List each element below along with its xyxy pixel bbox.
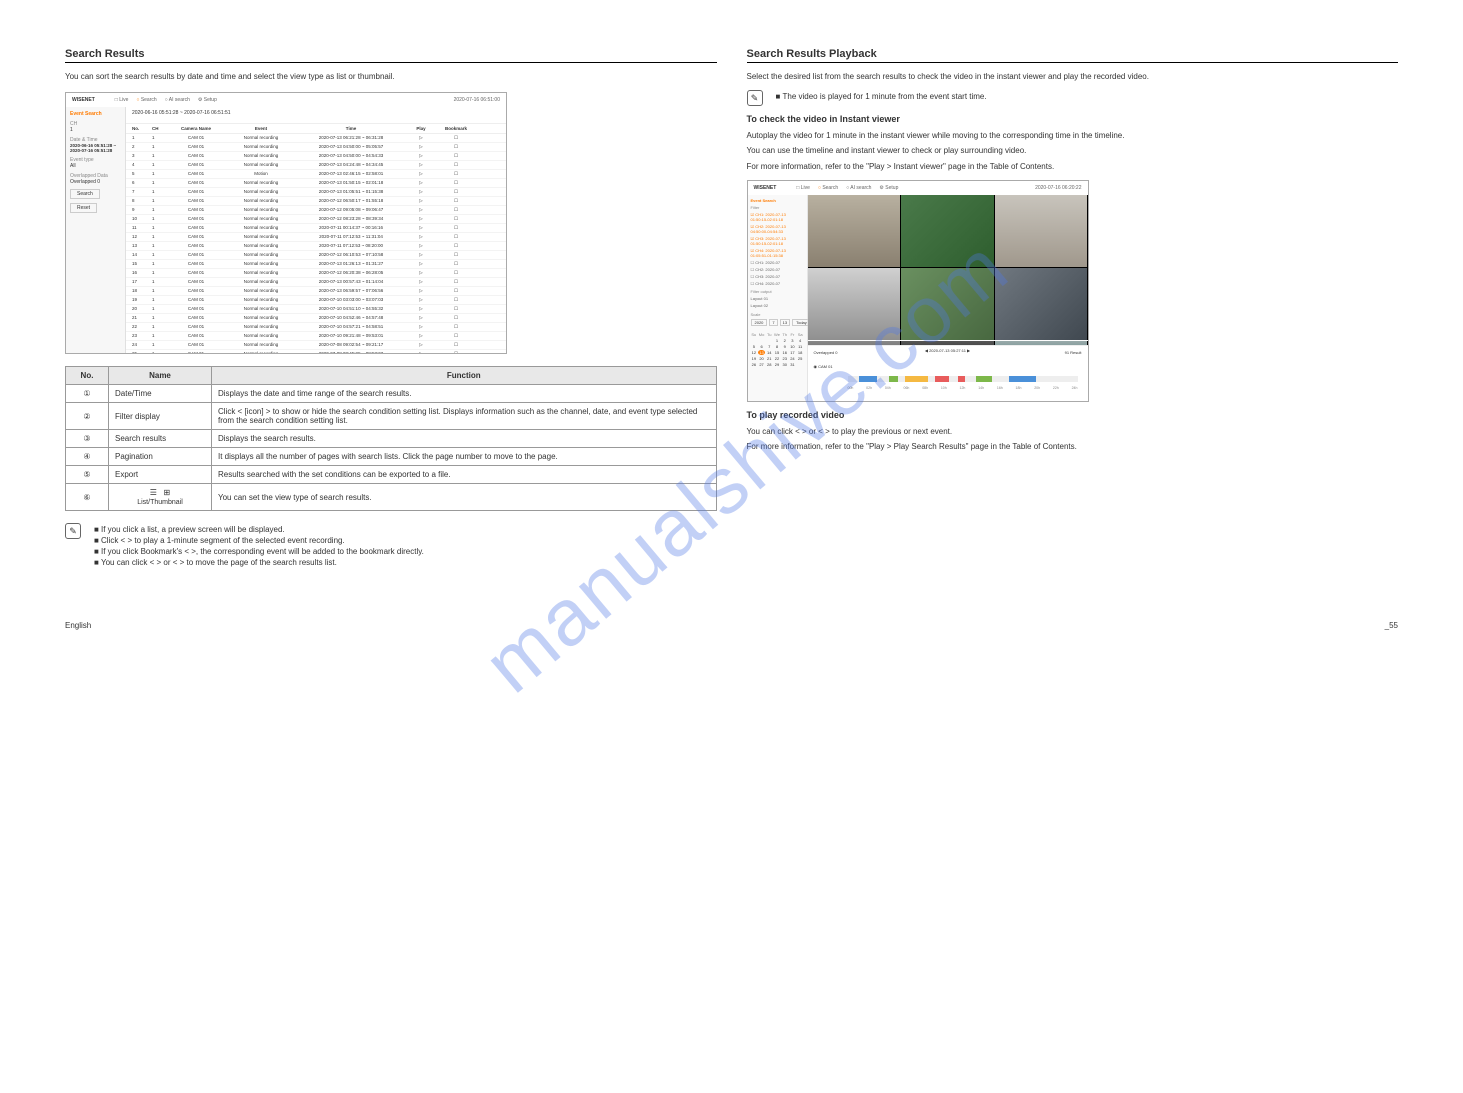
- table-row[interactable]: 141CAM 01Normal recording2020-07-12 06:1…: [126, 251, 506, 260]
- date-range: 2020-06-16 05:51:28 ~ 2020-07-16 06:51:5…: [126, 107, 506, 124]
- footer-page: _55: [1385, 621, 1398, 630]
- sidebar-filter[interactable]: Event Search CH 1 Date & Time 2020-06-16…: [66, 107, 126, 353]
- header-datetime: 2020-07-16 06:51:00: [454, 97, 500, 103]
- table-row[interactable]: 51CAM 01Motion2020-07-13 02:46:15 ~ 02:5…: [126, 170, 506, 179]
- table-row[interactable]: 191CAM 01Normal recording2020-07-10 03:0…: [126, 296, 506, 305]
- table-row[interactable]: 11CAM 01Normal recording2020-07-13 06:21…: [126, 134, 506, 143]
- table-row[interactable]: 71CAM 01Normal recording2020-07-13 01:05…: [126, 188, 506, 197]
- tab-ai[interactable]: ○ AI search: [165, 97, 190, 103]
- sub-instant: To check the video in Instant viewer: [747, 114, 1399, 124]
- screenshot-search-results: 1 2 3 4 5 6 WISENET □ Live ○ Search ○ AI…: [65, 92, 507, 354]
- table-row[interactable]: 31CAM 01Normal recording2020-07-13 04:50…: [126, 152, 506, 161]
- table-row[interactable]: 121CAM 01Normal recording2020-07-11 07:1…: [126, 233, 506, 242]
- table-row[interactable]: 131CAM 01Normal recording2020-07-11 07:1…: [126, 242, 506, 251]
- table-row[interactable]: 81CAM 01Normal recording2020-07-12 06:50…: [126, 197, 506, 206]
- intro-text: You can sort the search results by date …: [65, 71, 717, 82]
- logo: WISENET: [72, 97, 95, 103]
- table-row[interactable]: 101CAM 01Normal recording2020-07-12 08:2…: [126, 215, 506, 224]
- results-area: 2020-06-16 05:51:28 ~ 2020-07-16 06:51:5…: [126, 107, 506, 353]
- screenshot-playback: WISENET □ Live ○ Search ○ AI search ⚙ Se…: [747, 180, 1089, 402]
- search-button[interactable]: Search: [70, 189, 100, 199]
- table-row[interactable]: 201CAM 01Normal recording2020-07-10 04:5…: [126, 305, 506, 314]
- body2: You can click < > or < > to play the pre…: [747, 426, 1399, 437]
- table-row[interactable]: 231CAM 01Normal recording2020-07-10 09:2…: [126, 332, 506, 341]
- table-row[interactable]: 41CAM 01Normal recording2020-07-13 04:24…: [126, 161, 506, 170]
- video-grid: [808, 195, 1088, 340]
- sub-recorded: To play recorded video: [747, 410, 1399, 420]
- table-row[interactable]: 161CAM 01Normal recording2020-07-12 06:2…: [126, 269, 506, 278]
- table-row[interactable]: 251CAM 01Normal recording2020-07-08 08:4…: [126, 350, 506, 354]
- table-row[interactable]: 241CAM 01Normal recording2020-07-08 09:0…: [126, 341, 506, 350]
- table-row[interactable]: 61CAM 01Normal recording2020-07-13 01:50…: [126, 179, 506, 188]
- note-icon: ✎: [747, 90, 763, 106]
- section-title-right: Search Results Playback: [747, 48, 1399, 63]
- tab-setup[interactable]: ⚙ Setup: [198, 97, 217, 103]
- table-row[interactable]: 151CAM 01Normal recording2020-07-13 01:2…: [126, 260, 506, 269]
- table-row[interactable]: 91CAM 01Normal recording2020-07-12 09:05…: [126, 206, 506, 215]
- table-row[interactable]: 181CAM 01Normal recording2020-07-13 06:5…: [126, 287, 506, 296]
- reset-button[interactable]: Reset: [70, 203, 97, 213]
- table-row[interactable]: 221CAM 01Normal recording2020-07-10 04:5…: [126, 323, 506, 332]
- table-row[interactable]: 21CAM 01Normal recording2020-07-13 04:50…: [126, 143, 506, 152]
- tab-search[interactable]: ○ Search: [136, 97, 156, 103]
- sidebar-playback[interactable]: Event Search Filter ☑ CH1: 2020-07-13 01…: [748, 195, 808, 401]
- intro-right: Select the desired list from the search …: [747, 71, 1399, 82]
- footer-lang: English: [65, 621, 91, 630]
- table-row[interactable]: 211CAM 01Normal recording2020-07-10 04:5…: [126, 314, 506, 323]
- table-row[interactable]: 111CAM 01Normal recording2020-07-11 00:1…: [126, 224, 506, 233]
- section-title-left: Search Results: [65, 48, 717, 63]
- note-icon: ✎: [65, 523, 81, 539]
- table-row[interactable]: 171CAM 01Normal recording2020-07-13 00:5…: [126, 278, 506, 287]
- note-block: ✎ If you click a list, a preview screen …: [65, 523, 717, 569]
- tab-live[interactable]: □ Live: [115, 97, 129, 103]
- timeline[interactable]: Overlapped 0 ◉ CAM 01 ◀ 2020-07-13 05:27…: [808, 345, 1088, 401]
- reference-table: No. Name Function ①Date/TimeDisplays the…: [65, 366, 717, 511]
